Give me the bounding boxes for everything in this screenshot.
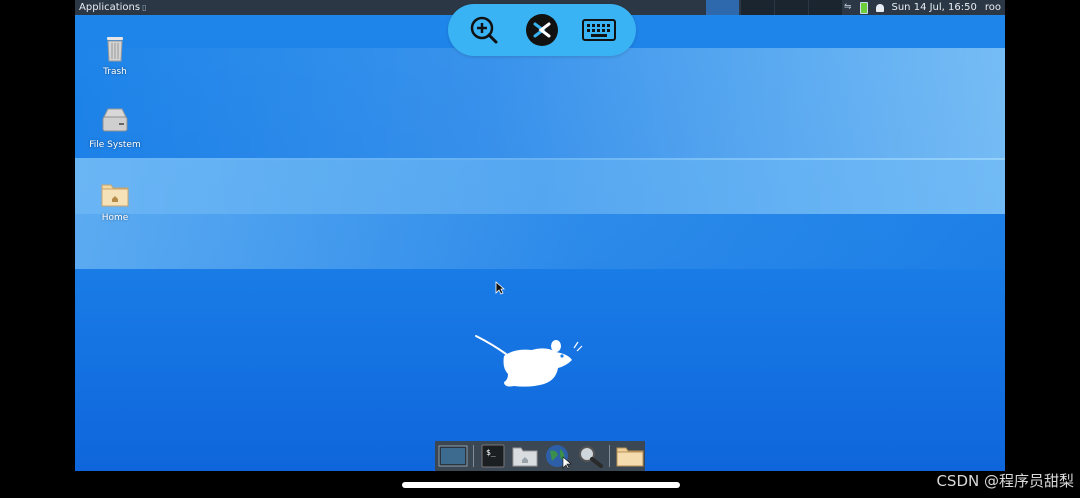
web-browser-icon[interactable] [543,443,572,469]
desktop-icon-home[interactable]: Home [75,178,155,223]
user-menu[interactable]: roo [985,0,1001,15]
wallpaper-band [75,158,1005,214]
zoom-in-icon[interactable] [466,12,502,48]
terminal-icon[interactable]: $_ [479,443,508,469]
svg-text:$_: $_ [486,448,496,457]
search-icon[interactable] [575,443,604,469]
desktop-icon-label: File System [89,140,141,150]
dock-separator [609,445,610,467]
network-arrows-icon[interactable]: ⇋ [844,0,852,15]
trash-icon [99,32,131,64]
home-folder-icon [99,178,131,210]
hard-drive-icon [99,105,131,137]
wallpaper-band [75,48,1005,160]
notification-bell-icon[interactable] [875,3,884,12]
folder-icon[interactable] [615,443,645,469]
workspace-3[interactable] [775,0,808,15]
workspace-1[interactable] [706,0,739,15]
desktop-icon-trash[interactable]: Trash [75,32,155,77]
applications-menu[interactable]: Applications ▯ [75,0,151,15]
menu-caret-icon: ▯ [142,3,147,12]
system-tray: ⇋ Sun 14 Jul, 16:50 roo [844,0,1005,15]
wallpaper-band [75,214,1005,269]
file-manager-icon[interactable] [511,443,540,469]
workspace-4[interactable] [809,0,842,15]
watermark: CSDN @程序员甜梨 [936,472,1074,490]
desktop-background[interactable] [75,0,1005,471]
show-desktop-icon[interactable] [438,443,468,469]
dock-panel: $_ [435,441,645,471]
remote-connect-icon[interactable] [524,12,560,48]
mouse-pointer-icon [495,281,505,295]
home-indicator[interactable] [402,482,680,488]
applications-label: Applications [79,2,141,13]
xfce-mouse-logo [475,335,583,387]
remote-toolbar [448,4,636,56]
desktop-icon-file-system[interactable]: File System [75,105,155,150]
workspace-2[interactable] [741,0,774,15]
battery-icon[interactable] [859,1,868,14]
clock[interactable]: Sun 14 Jul, 16:50 [892,0,977,15]
desktop-icon-label: Trash [103,67,127,77]
keyboard-icon[interactable] [581,12,617,48]
dock-separator [473,445,474,467]
desktop-icon-label: Home [101,213,129,223]
